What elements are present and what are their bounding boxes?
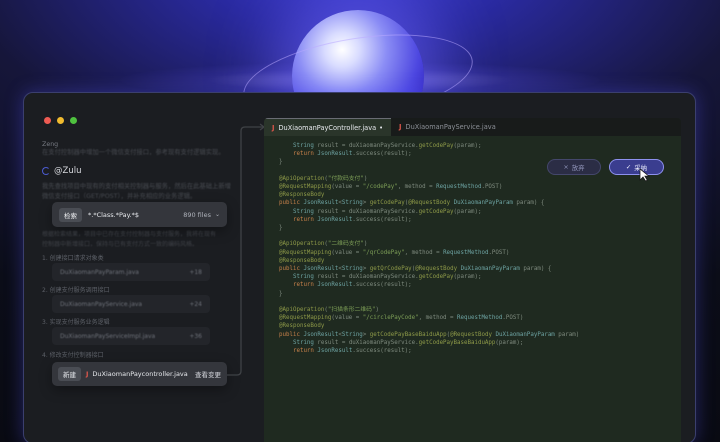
analysis-text: 根据检索结果，项目中已存在支付控制器与支付服务，我将在现有 控制器中新增接口，保… [42,230,232,250]
chat-panel: Zeng 在支付控制器中增加一个微信支付接口，参考现有支付逻辑实现。 @Zulu… [42,141,232,202]
chevron-down-icon[interactable]: ⌄ [215,211,220,218]
search-chip: 检索 [59,207,82,222]
maximize-window-button[interactable] [70,117,77,124]
unsaved-dot-icon: • [379,123,384,132]
file-meta: +24 [189,300,202,308]
reject-label: 放弃 [571,163,585,172]
analysis-line: 根据检索结果，项目中已存在支付控制器与支付服务，我将在现有 [42,231,217,238]
ide-window: Zeng 在支付控制器中增加一个微信支付接口，参考现有支付逻辑实现。 @Zulu… [23,92,696,442]
assistant-message-line: 我先查找项目中现有的支付相关控制器与服务，然后在此基础上新增 [42,183,231,190]
search-count: 890 files [183,210,211,219]
step-file-row[interactable]: DuXiaomanPayServiceImpl.java +36 [52,327,210,345]
tab-label: DuXiaomanPayController.java [278,123,377,132]
reject-button[interactable]: × 放弃 [547,159,601,175]
file-meta: +36 [189,332,202,340]
java-file-icon: J [86,370,89,378]
new-file-name: DuXiaomanPaycontroller.java [92,370,188,378]
assistant-name: @Zulu [54,166,82,176]
step-file-row[interactable]: DuXiaomanPayService.java +24 [52,295,210,313]
file-name: DuXiaomanPayServiceImpl.java [60,332,156,340]
loading-spinner-icon [42,167,50,175]
window-controls [44,117,77,124]
user-name: Zeng [42,141,59,148]
minimize-window-button[interactable] [57,117,64,124]
tab-controller[interactable]: J DuXiaomanPayController.java • [264,118,392,136]
user-message: 在支付控制器中增加一个微信支付接口，参考现有支付逻辑实现。 [42,149,225,156]
assistant-header: @Zulu [42,166,232,176]
file-name: DuXiaomanPayService.java [60,300,143,308]
step-title: 4. 修改支付控制器接口 [42,352,104,359]
file-name: DuXiaomanPayParam.java [60,268,139,276]
connector-line [227,123,266,376]
assistant-message-line: 微信支付接口（GET/POST），并补充相应的业务逻辑。 [42,193,197,200]
java-file-icon: J [272,123,275,132]
new-file-card[interactable]: 新建 J DuXiaomanPaycontroller.java 查看变更 [52,362,227,386]
search-result-card[interactable]: 检索 *.*Class.*Pay.*$ 890 files ⌄ [52,202,227,227]
step-title: 2. 创建支付服务调用接口 [42,287,110,294]
tab-service[interactable]: J DuXiaomanPayService.java [391,118,504,136]
step-file-row[interactable]: DuXiaomanPayParam.java +18 [52,263,210,281]
close-window-button[interactable] [44,117,51,124]
java-file-icon: J [399,123,402,131]
file-meta: +18 [189,268,202,276]
new-file-chip: 新建 [58,367,81,381]
search-pattern: *.*Class.*Pay.*$ [88,210,139,219]
mouse-cursor-icon [639,168,651,182]
view-changes-link[interactable]: 查看变更 [195,369,221,379]
accept-button[interactable]: ✓ 采纳 [609,159,664,175]
analysis-line: 控制器中新增接口，保持与已有支付方式一致的编码风格。 [42,241,199,248]
tab-label: DuXiaomanPayService.java [405,123,496,131]
code-content: String result = duXiaomanPayService.getC… [279,143,580,355]
editor-tabs: J DuXiaomanPayController.java • J DuXiao… [264,118,681,136]
check-icon: ✓ [625,163,632,171]
close-icon: × [563,163,569,171]
step-title: 1. 创建接口请求对象类 [42,255,104,262]
step-title: 3. 实现支付服务业务逻辑 [42,319,110,326]
